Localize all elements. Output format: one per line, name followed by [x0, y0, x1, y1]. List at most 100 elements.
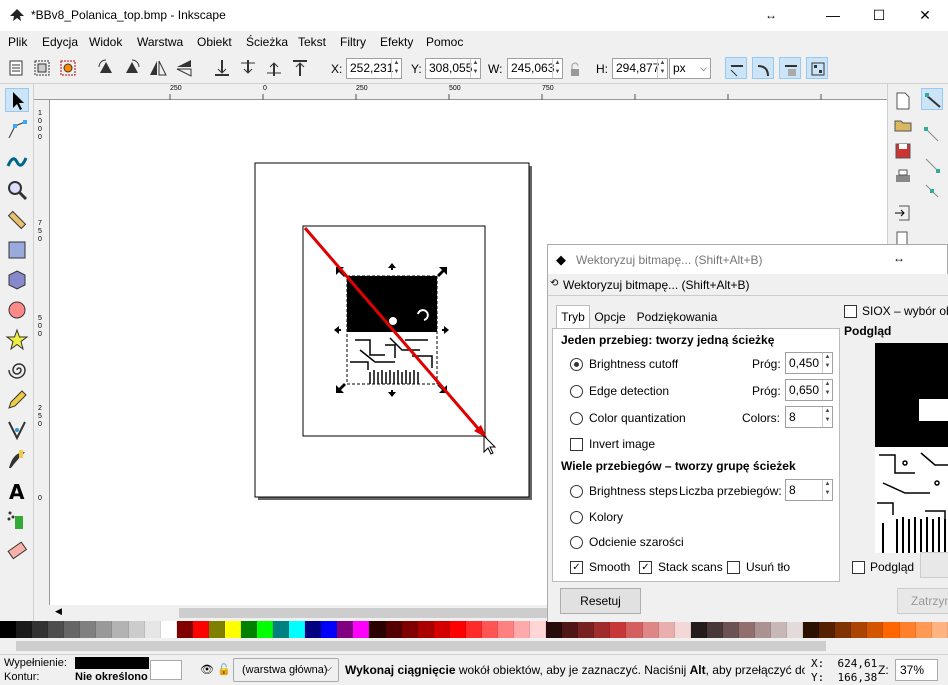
layer-select[interactable]: (warstwa główna) ⌵: [233, 658, 339, 682]
save-icon[interactable]: [892, 140, 914, 162]
spray-tool-icon[interactable]: [5, 508, 29, 532]
palette-swatch[interactable]: [0, 621, 17, 638]
radio-brightness-cutoff[interactable]: [570, 358, 583, 371]
palette-swatch[interactable]: [610, 621, 627, 638]
snap-corners-icon[interactable]: [921, 180, 943, 202]
palette-swatch[interactable]: [787, 621, 804, 638]
lock-layer-icon[interactable]: 🔓: [217, 663, 231, 676]
select-all-icon[interactable]: [5, 57, 27, 79]
import-icon[interactable]: [892, 202, 914, 224]
palette-swatch[interactable]: [497, 621, 514, 638]
tab-opcje[interactable]: Opcje: [590, 307, 630, 329]
scale-corners-toggle[interactable]: [752, 57, 774, 79]
palette-swatch[interactable]: [96, 621, 113, 638]
palette-swatch[interactable]: [771, 621, 788, 638]
palette-swatch[interactable]: [562, 621, 579, 638]
move-patterns-toggle[interactable]: [806, 57, 828, 79]
palette-swatch[interactable]: [514, 621, 531, 638]
palette-swatch[interactable]: [112, 621, 129, 638]
menu-obiekt[interactable]: Obiekt: [197, 35, 232, 49]
radio-kolory[interactable]: [570, 511, 583, 524]
close-button[interactable]: ✕: [902, 0, 948, 31]
palette-swatch[interactable]: [240, 621, 257, 638]
pencil-tool-icon[interactable]: [5, 388, 29, 412]
select-all-layers-icon[interactable]: [31, 57, 53, 79]
stop-button[interactable]: Zatrzym: [897, 588, 948, 614]
palette-swatch[interactable]: [385, 621, 402, 638]
tweak-tool-icon[interactable]: [5, 148, 29, 172]
spiral-tool-icon[interactable]: [5, 358, 29, 382]
menu-efekty[interactable]: Efekty: [380, 35, 413, 49]
palette-swatch[interactable]: [257, 621, 274, 638]
palette-swatch[interactable]: [915, 621, 932, 638]
palette-scroll-thumb[interactable]: [16, 641, 826, 651]
palette-swatch[interactable]: [803, 621, 820, 638]
palette-swatch[interactable]: [128, 621, 145, 638]
stroke-value[interactable]: Nie określono: [75, 671, 148, 683]
zoom-input[interactable]: 37%: [895, 659, 938, 681]
palette-swatch[interactable]: [192, 621, 209, 638]
lower-icon[interactable]: [237, 57, 259, 79]
lower-to-bottom-icon[interactable]: [211, 57, 233, 79]
palette-swatch[interactable]: [690, 621, 707, 638]
radio-color-quantization[interactable]: [570, 412, 583, 425]
palette-swatch[interactable]: [337, 621, 354, 638]
measure-tool-icon[interactable]: [5, 208, 29, 232]
menu-warstwa[interactable]: Warstwa: [137, 35, 183, 49]
snap-toggle-icon[interactable]: [921, 88, 943, 110]
palette-swatch[interactable]: [578, 621, 595, 638]
siox-checkbox[interactable]: [844, 305, 857, 318]
threshold-input-1[interactable]: 0,450 ▲ ▼: [785, 352, 833, 374]
ellipse-tool-icon[interactable]: [5, 298, 29, 322]
raise-icon[interactable]: [263, 57, 285, 79]
invert-image-checkbox[interactable]: [570, 438, 583, 451]
w-input[interactable]: 245,063 ▲ ▼: [507, 58, 563, 79]
preview-checkbox[interactable]: [852, 561, 865, 574]
palette-swatch[interactable]: [738, 621, 755, 638]
palette-swatch[interactable]: [658, 621, 675, 638]
palette-swatch[interactable]: [80, 621, 97, 638]
palette-swatch[interactable]: [899, 621, 916, 638]
palette-swatch[interactable]: [305, 621, 322, 638]
scans-input[interactable]: 8 ▲ ▼: [785, 479, 833, 501]
menu-tekst[interactable]: Tekst: [298, 35, 326, 49]
reset-button[interactable]: Resetuj: [560, 588, 641, 614]
palette-swatch[interactable]: [674, 621, 691, 638]
palette-swatch[interactable]: [851, 621, 868, 638]
deselect-icon[interactable]: [57, 57, 79, 79]
star-tool-icon[interactable]: [5, 328, 29, 352]
menu-edycja[interactable]: Edycja: [42, 35, 78, 49]
palette-swatch[interactable]: [722, 621, 739, 638]
radio-edge-detection[interactable]: [570, 385, 583, 398]
stack-scans-checkbox[interactable]: ✓: [639, 561, 652, 574]
scale-stroke-toggle[interactable]: [725, 57, 747, 79]
fill-swatch[interactable]: [75, 657, 149, 669]
rectangle-tool-icon[interactable]: [5, 238, 29, 262]
radio-brightness-steps[interactable]: [570, 485, 583, 498]
rotate-cw-icon[interactable]: [121, 57, 143, 79]
palette-swatch[interactable]: [594, 621, 611, 638]
rotate-ccw-icon[interactable]: [95, 57, 117, 79]
opacity-spin[interactable]: [150, 660, 182, 680]
h-input[interactable]: 294,877 ▲ ▼: [612, 58, 668, 79]
palette-swatch[interactable]: [465, 621, 482, 638]
palette-swatch[interactable]: [835, 621, 852, 638]
palette-swatch[interactable]: [273, 621, 290, 638]
snap-bbox-icon[interactable]: [921, 124, 943, 146]
new-document-icon[interactable]: [892, 90, 914, 112]
menu-sciezka[interactable]: Ścieżka: [246, 35, 288, 49]
palette-swatch[interactable]: [449, 621, 466, 638]
palette-swatch[interactable]: [353, 621, 370, 638]
palette-swatch[interactable]: [931, 621, 948, 638]
palette-swatch[interactable]: [481, 621, 498, 638]
palette-swatch[interactable]: [321, 621, 338, 638]
maximize-button[interactable]: ☐: [856, 0, 902, 31]
palette-swatch[interactable]: [819, 621, 836, 638]
palette-scrollbar[interactable]: [0, 638, 948, 654]
palette-swatch[interactable]: [883, 621, 900, 638]
menu-filtry[interactable]: Filtry: [340, 35, 366, 49]
flip-vertical-icon[interactable]: [173, 57, 195, 79]
palette-swatch[interactable]: [369, 621, 386, 638]
threshold-input-2[interactable]: 0,650 ▲ ▼: [785, 379, 833, 401]
radio-grayscale[interactable]: [570, 536, 583, 549]
